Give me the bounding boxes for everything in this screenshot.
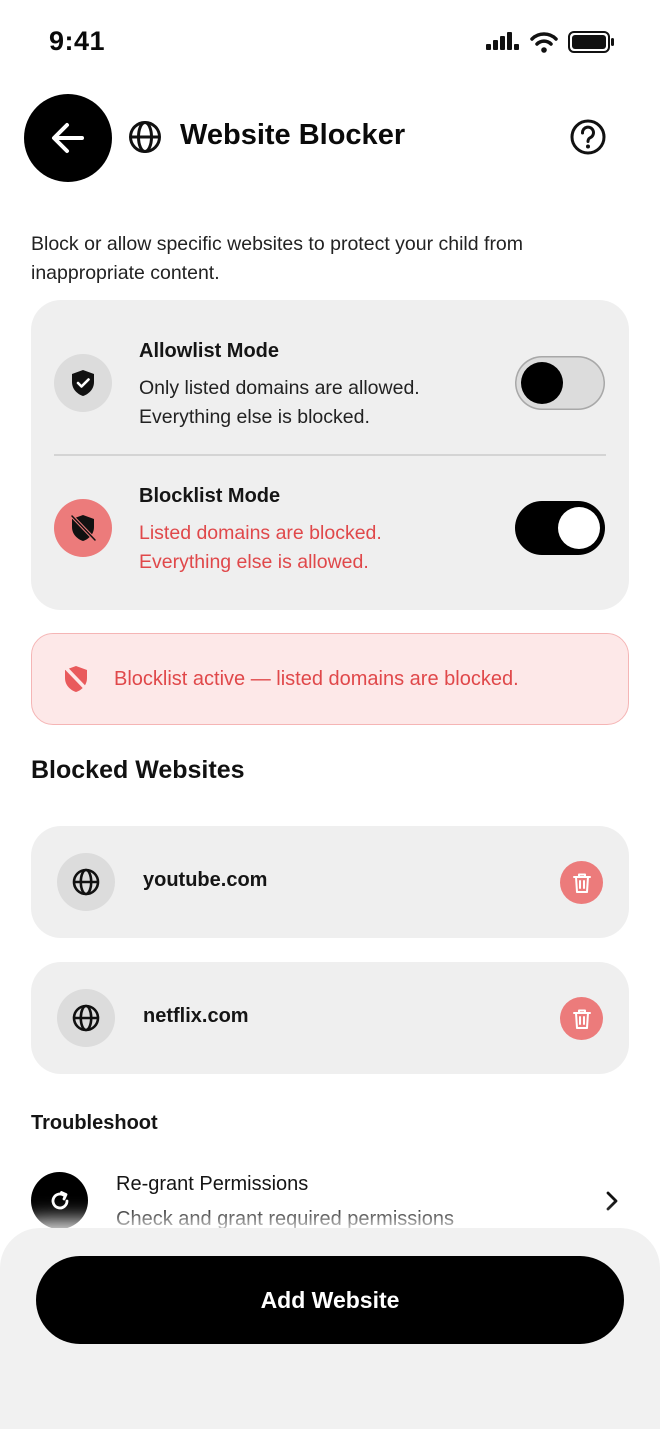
troubleshoot-title: Troubleshoot	[31, 1112, 158, 1134]
site-icon-badge	[57, 853, 115, 911]
blocklist-desc-line2: Everything else is allowed.	[139, 551, 369, 573]
regrant-title: Re-grant Permissions	[116, 1173, 309, 1195]
back-button[interactable]	[24, 94, 112, 182]
cellular-signal-icon	[486, 32, 519, 50]
shield-off-icon	[70, 514, 97, 542]
delete-site-button[interactable]	[560, 861, 603, 904]
allowlist-toggle[interactable]	[515, 356, 605, 410]
regrant-icon-badge	[31, 1172, 88, 1229]
delete-site-button[interactable]	[560, 997, 603, 1040]
toggle-knob	[558, 507, 600, 549]
toggle-knob	[521, 362, 563, 404]
wifi-icon	[530, 32, 558, 53]
list-item: youtube.com	[31, 826, 629, 938]
blocked-websites-title: Blocked Websites	[31, 756, 245, 784]
help-button[interactable]	[569, 118, 607, 156]
blocklist-mode-title: Blocklist Mode	[139, 485, 281, 507]
allowlist-mode-title: Allowlist Mode	[139, 340, 279, 362]
trash-icon	[572, 1009, 591, 1029]
blocklist-icon-badge	[54, 499, 112, 557]
globe-icon	[72, 868, 100, 896]
add-website-button[interactable]: Add Website	[36, 1256, 624, 1344]
alert-text: Blocklist active — listed domains are bl…	[114, 668, 519, 690]
arrow-left-icon	[52, 123, 84, 153]
divider	[54, 454, 606, 456]
page-title: Website Blocker	[180, 119, 406, 151]
chevron-right-icon	[606, 1191, 618, 1211]
site-domain: netflix.com	[143, 1005, 249, 1027]
refresh-icon	[51, 1190, 68, 1209]
blocklist-mode-row: Blocklist Mode Listed domains are blocke…	[31, 475, 629, 595]
status-time: 9:41	[49, 26, 106, 56]
blocklist-mode-description: Listed domains are blocked. Everything e…	[139, 519, 499, 577]
globe-icon	[72, 1004, 100, 1032]
site-icon-badge	[57, 989, 115, 1047]
allowlist-icon-badge	[54, 354, 112, 412]
allowlist-mode-row: Allowlist Mode Only listed domains are a…	[31, 330, 629, 450]
status-icons	[486, 30, 616, 54]
status-bar: 9:41	[0, 0, 660, 86]
battery-icon	[568, 31, 614, 53]
bottom-action-panel: Add Website	[0, 1228, 660, 1429]
globe-icon	[129, 121, 161, 153]
allowlist-desc-line1: Only listed domains are allowed.	[139, 377, 420, 399]
mode-card: Allowlist Mode Only listed domains are a…	[31, 300, 629, 610]
blocklist-status-banner: Blocklist active — listed domains are bl…	[31, 633, 629, 725]
allowlist-mode-description: Only listed domains are allowed. Everyth…	[139, 374, 499, 432]
page-description: Block or allow specific websites to prot…	[31, 233, 524, 284]
trash-icon	[572, 873, 591, 893]
blocklist-toggle[interactable]	[515, 501, 605, 555]
site-domain: youtube.com	[143, 869, 268, 891]
blocklist-desc-line1: Listed domains are blocked.	[139, 522, 382, 544]
shield-check-icon	[72, 370, 94, 396]
list-item: netflix.com	[31, 962, 629, 1074]
allowlist-desc-line2: Everything else is blocked.	[139, 406, 370, 428]
shield-off-icon	[63, 665, 90, 693]
